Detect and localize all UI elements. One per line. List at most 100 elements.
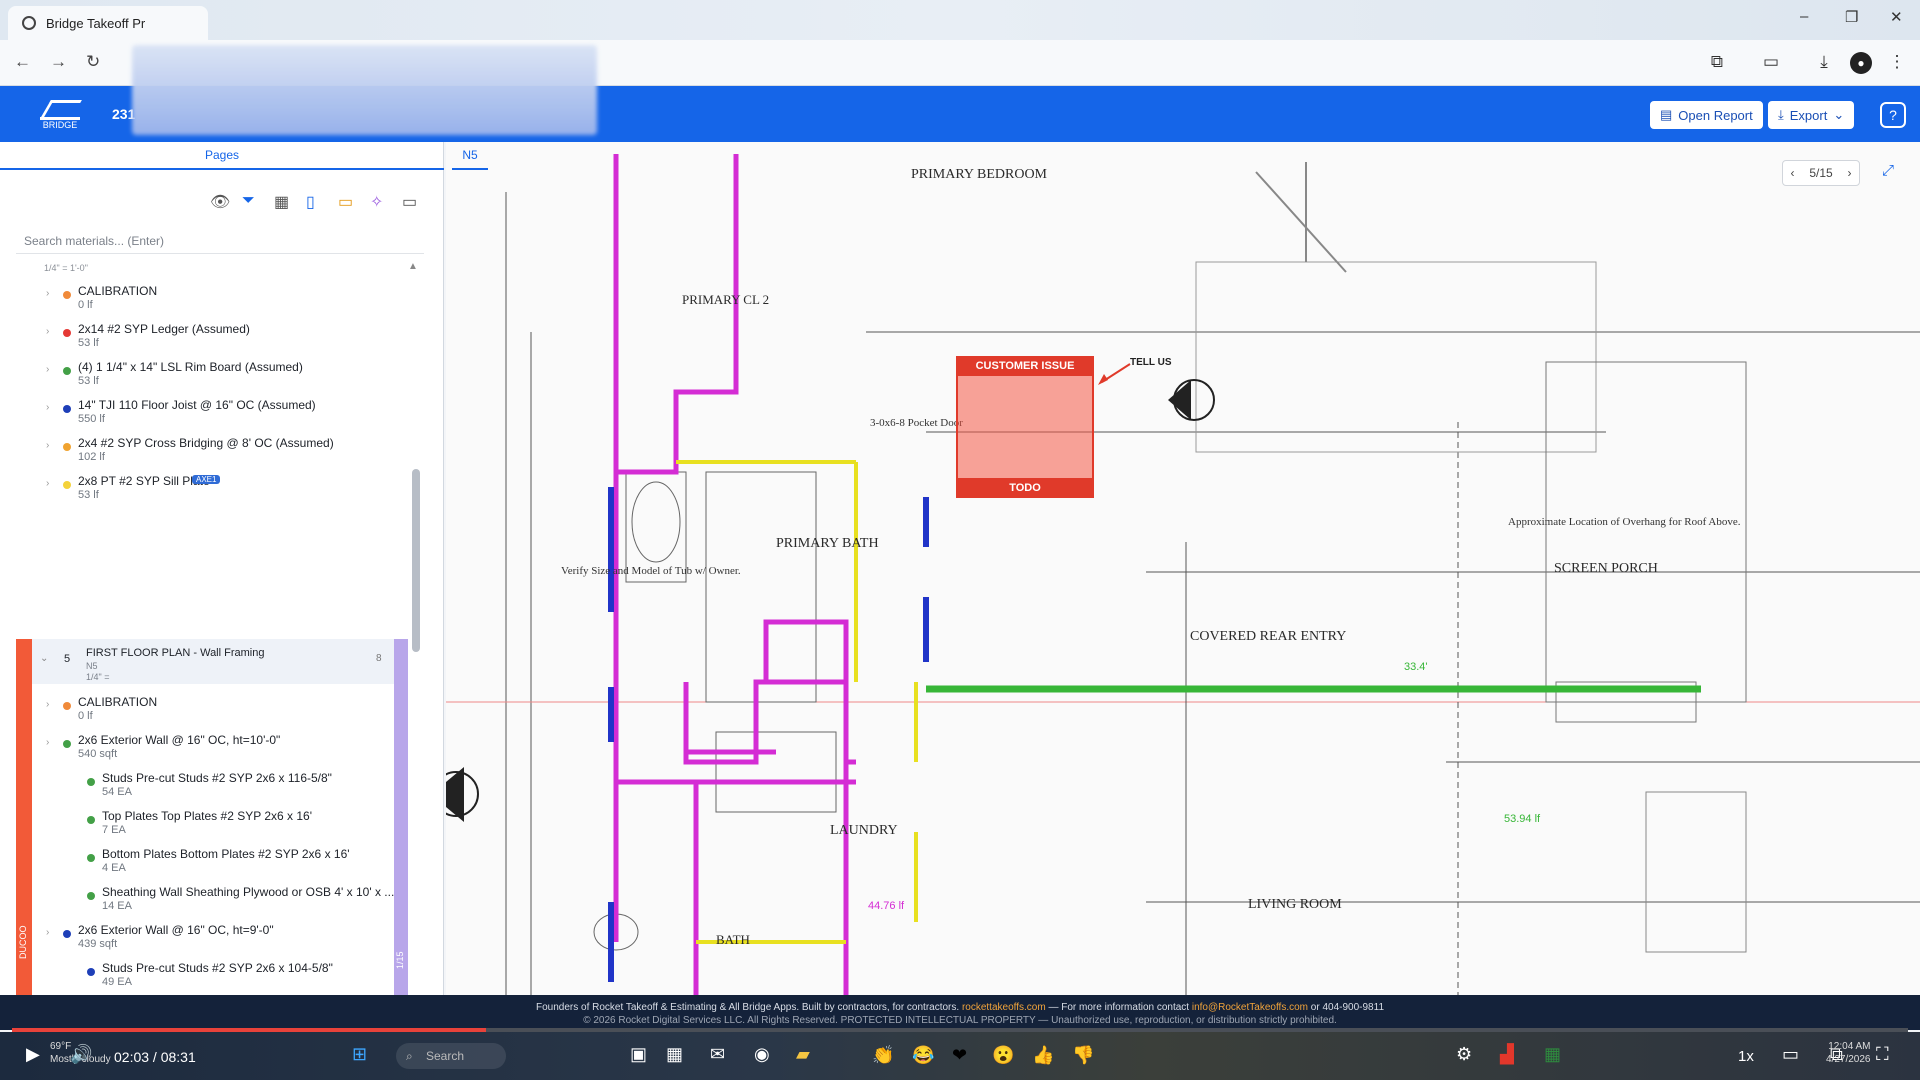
list-item[interactable]: › 14" TJI 110 Floor Joist @ 16" OC (Assum…	[0, 396, 410, 434]
customer-issue-markup[interactable]: CUSTOMER ISSUE TODO	[956, 356, 1094, 498]
play-icon[interactable]: ▶	[26, 1044, 40, 1065]
list-item[interactable]: › 2x14 #2 SYP Ledger (Assumed) 53 lf	[0, 320, 410, 358]
list-item[interactable]: › 2x4 #2 SYP Cross Bridging @ 8' OC (Assu…	[0, 434, 410, 472]
menu-kebab-icon[interactable]: ⋮	[1886, 52, 1908, 74]
reaction-surprise-icon[interactable]: 😮	[992, 1045, 1014, 1066]
open-report-button[interactable]: ▤ Open Report	[1650, 101, 1763, 129]
weather-temp: 69°F	[50, 1041, 72, 1052]
report-icon: ▤	[1660, 107, 1673, 122]
list-item[interactable]: Sheathing Wall Sheathing Plywood or OSB …	[0, 883, 410, 921]
material-name: CALIBRATION	[78, 284, 158, 298]
list-item[interactable]: Top Plates Top Plates #2 SYP 2x6 x 16' 7 …	[0, 807, 410, 845]
reaction-thumbsup-icon[interactable]: 👍	[1032, 1045, 1054, 1066]
extensions-icon[interactable]: ⧉	[1706, 52, 1728, 74]
settings-gear-icon[interactable]: ⚙	[1456, 1044, 1472, 1065]
group-title: FIRST FLOOR PLAN - Wall Framing	[86, 647, 265, 659]
reaction-laugh-icon[interactable]: 😂	[912, 1045, 934, 1066]
playback-rate[interactable]: 1x	[1738, 1048, 1754, 1065]
room-label-covered-rear-entry: COVERED REAR ENTRY	[1190, 629, 1346, 644]
bridge-logo[interactable]: BRIDGE	[38, 100, 82, 132]
browser-app-icon[interactable]: ◉	[754, 1044, 770, 1065]
tab-pages[interactable]: Pages	[0, 142, 444, 170]
expand-chevron-icon[interactable]: ›	[46, 927, 49, 938]
search-materials-input[interactable]: Search materials... (Enter)	[16, 228, 424, 254]
list-item[interactable]: › CALIBRATION 0 lf	[0, 282, 410, 320]
issue-title: CUSTOMER ISSUE	[956, 356, 1094, 376]
profile-avatar[interactable]: ●	[1850, 52, 1872, 74]
export-button[interactable]: ⤓ Export ⌄	[1768, 101, 1855, 129]
taskbar-search[interactable]: ⌕ Search	[396, 1043, 506, 1069]
filter-icon[interactable]: ⏷	[242, 192, 255, 210]
tab-sheet-n5[interactable]: N5	[452, 142, 488, 170]
page-group-header[interactable]: ⌄ 5 FIRST FLOOR PLAN - Wall Framing N5 1/…	[32, 639, 394, 684]
close-icon[interactable]: ✕	[1890, 8, 1903, 26]
logo-text: BRIDGE	[42, 120, 78, 130]
mail-icon[interactable]: ✉	[710, 1044, 725, 1065]
expand-chevron-icon[interactable]: ›	[46, 326, 49, 337]
material-quantity: 14 EA	[102, 900, 132, 912]
ai-sparkle-icon[interactable]: ✧	[370, 192, 383, 212]
chevron-down-icon[interactable]: ⌄	[40, 653, 48, 664]
open-report-label: Open Report	[1678, 107, 1753, 123]
measure-magenta-a: 44.76 lf	[868, 900, 905, 912]
pdf-app-icon[interactable]: ▟	[1500, 1044, 1514, 1065]
list-item[interactable]: › 2x6 Exterior Wall @ 16" OC, ht=10'-0" 54…	[0, 731, 410, 769]
reaction-thumbsdown-icon[interactable]: 👎	[1072, 1045, 1094, 1066]
material-quantity: 7 EA	[102, 824, 126, 836]
search-icon: ⌕	[406, 1049, 413, 1063]
plan-viewer[interactable]: PRIMARY BEDROOM PRIMARY CL 2 PRIMARY BAT…	[446, 142, 1920, 995]
fullscreen-icon[interactable]: ⛶	[1876, 1044, 1889, 1065]
list-item[interactable]: › 2x8 PT #2 SYP Sill Plate AXE1 53 lf	[0, 472, 410, 510]
minimize-icon[interactable]: –	[1800, 8, 1808, 25]
expand-chevron-icon[interactable]: ›	[46, 737, 49, 748]
list-item[interactable]: Studs Pre-cut Studs #2 SYP 2x6 x 104-5/8…	[0, 959, 410, 995]
list-item[interactable]: › (4) 1 1/4" x 14" LSL Rim Board (Assumed…	[0, 358, 410, 396]
prev-page-icon[interactable]: ‹	[1790, 166, 1794, 180]
material-name: 2x14 #2 SYP Ledger (Assumed)	[78, 322, 250, 336]
list-item[interactable]: Bottom Plates Bottom Plates #2 SYP 2x6 x…	[0, 845, 410, 883]
reaction-heart-icon[interactable]: ❤	[952, 1045, 967, 1066]
document-icon[interactable]: ▯	[306, 192, 315, 212]
restore-icon[interactable]: ❐	[1845, 8, 1858, 26]
task-view-icon[interactable]: ▣	[630, 1044, 647, 1065]
cast-icon[interactable]: ▭	[1760, 52, 1782, 74]
reaction-clap-icon[interactable]: 👏	[872, 1045, 894, 1066]
list-item[interactable]: Studs Pre-cut Studs #2 SYP 2x6 x 116-5/8…	[0, 769, 410, 807]
grid-icon[interactable]: ▦	[274, 192, 289, 212]
file-explorer-icon[interactable]: ▰	[796, 1044, 810, 1065]
comment-icon[interactable]: ▭	[338, 192, 353, 212]
sidebar-scrollbar[interactable]	[412, 469, 420, 652]
expand-icon[interactable]: ⤢	[1876, 162, 1900, 186]
material-name: Bottom Plates Bottom Plates #2 SYP 2x6 x…	[102, 847, 350, 861]
back-icon[interactable]: ←	[14, 52, 31, 72]
forward-icon[interactable]: →	[50, 52, 67, 72]
expand-chevron-icon[interactable]: ›	[46, 440, 49, 451]
expand-chevron-icon[interactable]: ›	[46, 478, 49, 489]
expand-chevron-icon[interactable]: ›	[46, 402, 49, 413]
windows-start-icon[interactable]: ⊞	[352, 1044, 367, 1065]
help-button[interactable]: ?	[1880, 102, 1906, 128]
eye-icon[interactable]: 👁	[210, 192, 230, 212]
taskbar-search-label: Search	[426, 1049, 465, 1063]
expand-chevron-icon[interactable]: ›	[46, 364, 49, 375]
list-item[interactable]: › CALIBRATION 0 lf	[0, 693, 410, 731]
list-item[interactable]: › 2x6 Exterior Wall @ 16" OC, ht=9'-0" 439…	[0, 921, 410, 959]
scroll-up-icon[interactable]: ▲	[408, 261, 418, 272]
material-name: 2x4 #2 SYP Cross Bridging @ 8' OC (Assum…	[78, 436, 334, 450]
theater-mode-icon[interactable]: ▭	[1782, 1044, 1799, 1065]
calculator-icon[interactable]: ▦	[666, 1044, 683, 1065]
folder-icon[interactable]: ▭	[402, 192, 417, 212]
download-icon[interactable]: ⤓	[1813, 52, 1835, 74]
next-page-icon[interactable]: ›	[1848, 166, 1852, 180]
excel-app-icon[interactable]: ▦	[1544, 1044, 1561, 1065]
footer-site-link[interactable]: rockettakeoffs.com	[962, 1002, 1046, 1013]
expand-chevron-icon[interactable]: ›	[46, 699, 49, 710]
footer-email-link[interactable]: info@RocketTakeoffs.com	[1192, 1002, 1308, 1013]
note-pocket-door: 3-0x6-8 Pocket Door	[870, 417, 963, 429]
footer-text-a: Founders of Rocket Takeoff & Estimating …	[536, 1002, 960, 1013]
browser-tab[interactable]: Bridge Takeoff Pr	[8, 6, 208, 40]
measure-green-b: 53.94 lf	[1504, 813, 1541, 825]
reload-icon[interactable]: ↻	[86, 52, 100, 72]
expand-chevron-icon[interactable]: ›	[46, 288, 49, 299]
volume-icon[interactable]: 🔊	[70, 1044, 92, 1065]
